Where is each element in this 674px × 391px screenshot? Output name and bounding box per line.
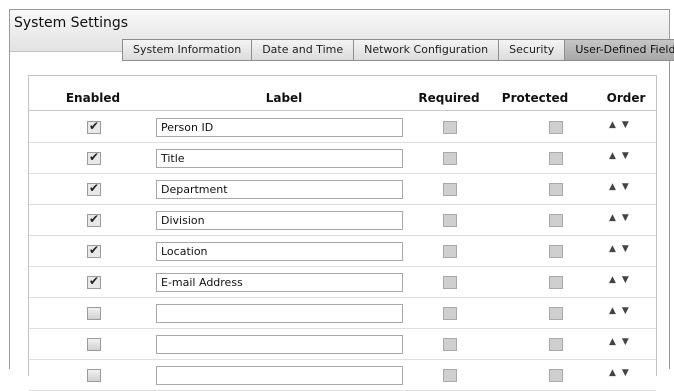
arrow-down-icon[interactable]: ▼ bbox=[622, 368, 629, 378]
enabled-checkbox[interactable] bbox=[87, 119, 101, 134]
protected-checkbox[interactable] bbox=[549, 245, 563, 258]
settings-window: System Settings System Information Date … bbox=[9, 9, 674, 391]
order-controls: ▲ ▼ bbox=[609, 275, 635, 285]
arrow-down-icon[interactable]: ▼ bbox=[622, 337, 629, 347]
enabled-checkbox[interactable] bbox=[87, 274, 101, 289]
table-row: ▲▼ bbox=[29, 174, 656, 205]
header-label: Label bbox=[265, 91, 303, 105]
protected-checkbox[interactable] bbox=[549, 152, 563, 165]
label-field[interactable] bbox=[156, 335, 403, 354]
label-field[interactable] bbox=[156, 211, 403, 230]
arrow-down-icon[interactable]: ▼ bbox=[622, 120, 629, 130]
table-row: ▲▼ bbox=[29, 329, 656, 360]
enabled-checkbox[interactable] bbox=[87, 243, 101, 258]
label-field[interactable] bbox=[156, 149, 403, 168]
enabled-checkbox[interactable] bbox=[87, 307, 101, 320]
required-checkbox[interactable] bbox=[443, 152, 457, 165]
required-checkbox[interactable] bbox=[443, 121, 457, 134]
protected-checkbox[interactable] bbox=[549, 276, 563, 289]
header-required: Required bbox=[418, 91, 480, 105]
enabled-checkbox[interactable] bbox=[87, 150, 101, 165]
tab-user-defined-fields[interactable]: User-Defined Fields bbox=[564, 39, 674, 61]
protected-checkbox[interactable] bbox=[549, 121, 563, 134]
protected-checkbox[interactable] bbox=[549, 307, 563, 320]
enabled-checkbox[interactable] bbox=[87, 338, 101, 351]
arrow-down-icon[interactable]: ▼ bbox=[622, 151, 629, 161]
order-controls: ▲ ▼ bbox=[609, 151, 635, 161]
label-field[interactable] bbox=[156, 273, 403, 292]
arrow-up-icon[interactable]: ▲ bbox=[609, 151, 616, 161]
table-row: ▲▼ bbox=[29, 267, 656, 298]
enabled-checkbox[interactable] bbox=[87, 212, 101, 227]
required-checkbox[interactable] bbox=[443, 338, 457, 351]
arrow-up-icon[interactable]: ▲ bbox=[609, 275, 616, 285]
required-checkbox[interactable] bbox=[443, 214, 457, 227]
arrow-up-icon[interactable]: ▲ bbox=[609, 120, 616, 130]
required-checkbox[interactable] bbox=[443, 276, 457, 289]
order-controls: ▲ ▼ bbox=[609, 306, 635, 316]
tab-network-configuration[interactable]: Network Configuration bbox=[353, 39, 500, 61]
table-row: ▲▼ bbox=[29, 143, 656, 174]
table-header: Enabled Label Required Protected Order bbox=[29, 86, 656, 111]
header-enabled: Enabled bbox=[65, 91, 121, 105]
header-order: Order bbox=[606, 91, 646, 105]
required-checkbox[interactable] bbox=[443, 369, 457, 382]
arrow-up-icon[interactable]: ▲ bbox=[609, 213, 616, 223]
arrow-down-icon[interactable]: ▼ bbox=[622, 306, 629, 316]
table-row: ▲▼ bbox=[29, 298, 656, 329]
order-controls: ▲ ▼ bbox=[609, 213, 635, 223]
label-field[interactable] bbox=[156, 304, 403, 323]
tab-security[interactable]: Security bbox=[498, 39, 566, 61]
order-controls: ▲ ▼ bbox=[609, 182, 635, 192]
arrow-down-icon[interactable]: ▼ bbox=[622, 244, 629, 254]
arrow-up-icon[interactable]: ▲ bbox=[609, 337, 616, 347]
enabled-checkbox[interactable] bbox=[87, 181, 101, 196]
table-row: ▲▼ bbox=[29, 236, 656, 267]
protected-checkbox[interactable] bbox=[549, 338, 563, 351]
arrow-up-icon[interactable]: ▲ bbox=[609, 182, 616, 192]
arrow-up-icon[interactable]: ▲ bbox=[609, 368, 616, 378]
enabled-checkbox[interactable] bbox=[87, 369, 101, 382]
order-controls: ▲ ▼ bbox=[609, 120, 635, 130]
arrow-down-icon[interactable]: ▼ bbox=[622, 213, 629, 223]
order-controls: ▲ ▼ bbox=[609, 337, 635, 347]
table-row: ▲▼ bbox=[29, 112, 656, 143]
header-protected: Protected bbox=[501, 91, 569, 105]
required-checkbox[interactable] bbox=[443, 183, 457, 196]
arrow-down-icon[interactable]: ▼ bbox=[622, 275, 629, 285]
arrow-up-icon[interactable]: ▲ bbox=[609, 244, 616, 254]
arrow-up-icon[interactable]: ▲ bbox=[609, 306, 616, 316]
label-field[interactable] bbox=[156, 180, 403, 199]
label-field[interactable] bbox=[156, 242, 403, 261]
settings-tabs: System Information Date and Time Network… bbox=[122, 39, 674, 61]
order-controls: ▲ ▼ bbox=[609, 368, 635, 378]
protected-checkbox[interactable] bbox=[549, 369, 563, 382]
required-checkbox[interactable] bbox=[443, 307, 457, 320]
tab-date-and-time[interactable]: Date and Time bbox=[251, 39, 355, 61]
window-title: System Settings bbox=[14, 15, 129, 31]
arrow-down-icon[interactable]: ▼ bbox=[622, 182, 629, 192]
user-defined-fields-panel: Enabled Label Required Protected Order ▲… bbox=[28, 75, 657, 391]
protected-checkbox[interactable] bbox=[549, 214, 563, 227]
table-row: ▲▼ bbox=[29, 205, 656, 236]
required-checkbox[interactable] bbox=[443, 245, 457, 258]
label-field[interactable] bbox=[156, 366, 403, 385]
table-row: ▲▼ bbox=[29, 360, 656, 391]
protected-checkbox[interactable] bbox=[549, 183, 563, 196]
order-controls: ▲ ▼ bbox=[609, 244, 635, 254]
tab-system-information[interactable]: System Information bbox=[122, 39, 253, 61]
label-field[interactable] bbox=[156, 118, 403, 137]
